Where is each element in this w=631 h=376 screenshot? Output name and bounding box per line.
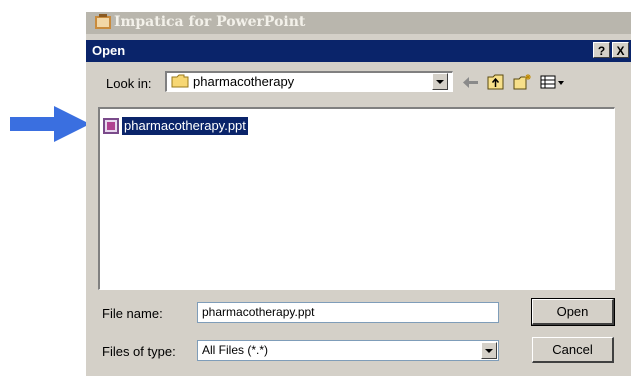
- close-button[interactable]: X: [612, 42, 629, 58]
- file-type-dropdown-button[interactable]: [481, 342, 497, 359]
- folder-icon: [171, 74, 189, 88]
- new-folder-icon[interactable]: [513, 73, 533, 91]
- views-menu-icon[interactable]: [540, 73, 566, 91]
- up-folder-icon[interactable]: [486, 73, 506, 91]
- powerpoint-file-icon[interactable]: [102, 117, 120, 135]
- impatica-app-icon: [95, 14, 111, 29]
- file-type-label: Files of type:: [102, 344, 176, 359]
- look-in-value: pharmacotherapy: [193, 74, 295, 89]
- help-button[interactable]: ?: [593, 42, 610, 58]
- file-name-input[interactable]: pharmacotherapy.ppt: [197, 302, 499, 323]
- back-arrow-icon[interactable]: [461, 73, 481, 91]
- file-type-select[interactable]: All Files (*.*): [197, 340, 499, 361]
- open-button[interactable]: Open: [531, 298, 615, 326]
- file-item-selected[interactable]: pharmacotherapy.ppt: [122, 117, 248, 135]
- arrow-right-icon: [10, 106, 90, 142]
- cancel-button[interactable]: Cancel: [532, 337, 614, 363]
- app-title: Impatica for PowerPoint: [114, 14, 306, 30]
- dialog-title: Open: [92, 43, 126, 58]
- look-in-label: Look in:: [106, 76, 152, 91]
- dialog-titlebar: [86, 40, 631, 62]
- look-in-dropdown-button[interactable]: [432, 73, 448, 90]
- file-name-label: File name:: [102, 306, 163, 321]
